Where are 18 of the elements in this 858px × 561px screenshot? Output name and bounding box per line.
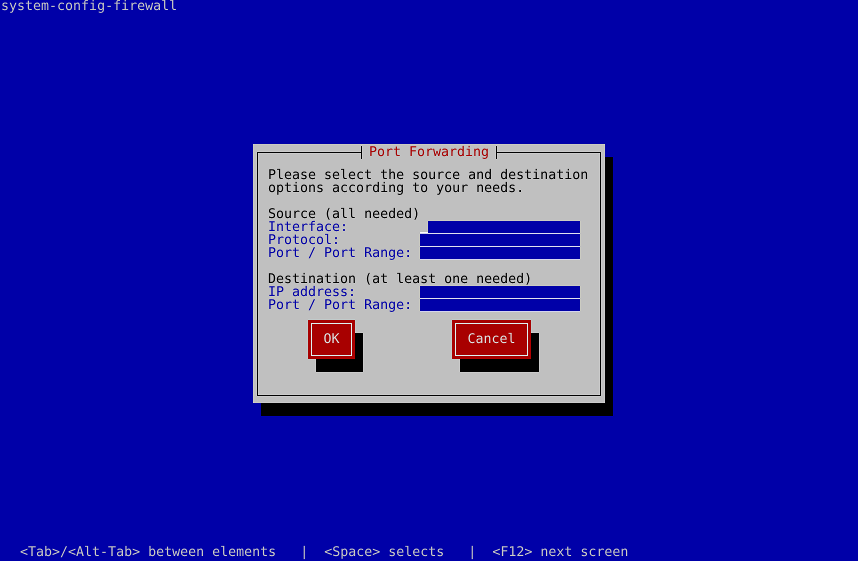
- section-heading: Source (all needed): [268, 208, 422, 221]
- field-label: IP address:: [268, 286, 358, 299]
- field-label: Port / Port Range:: [268, 299, 414, 312]
- input-field[interactable]: [420, 234, 580, 247]
- input-field[interactable]: [420, 286, 580, 299]
- section-heading: Destination (at least one needed): [268, 273, 534, 286]
- field-label: Protocol:: [268, 234, 340, 247]
- input-field[interactable]: [420, 299, 580, 312]
- screen-title: system-config-firewall: [0, 0, 178, 13]
- dialog-button[interactable]: Cancel: [452, 320, 531, 359]
- help-text: <Tab>/<Alt-Tab> between elements | <Space> selects | <F12> next screen: [20, 546, 628, 559]
- message-text: Please select the source and destination options according to your needs.: [268, 169, 590, 195]
- field-label: Port / Port Range:: [268, 247, 414, 260]
- dialog-button[interactable]: OK: [308, 320, 355, 359]
- field-label: Interface:: [268, 221, 350, 234]
- dialog-title: Port Forwarding: [360, 146, 498, 159]
- input-field[interactable]: [420, 247, 580, 260]
- input-field[interactable]: [420, 221, 580, 234]
